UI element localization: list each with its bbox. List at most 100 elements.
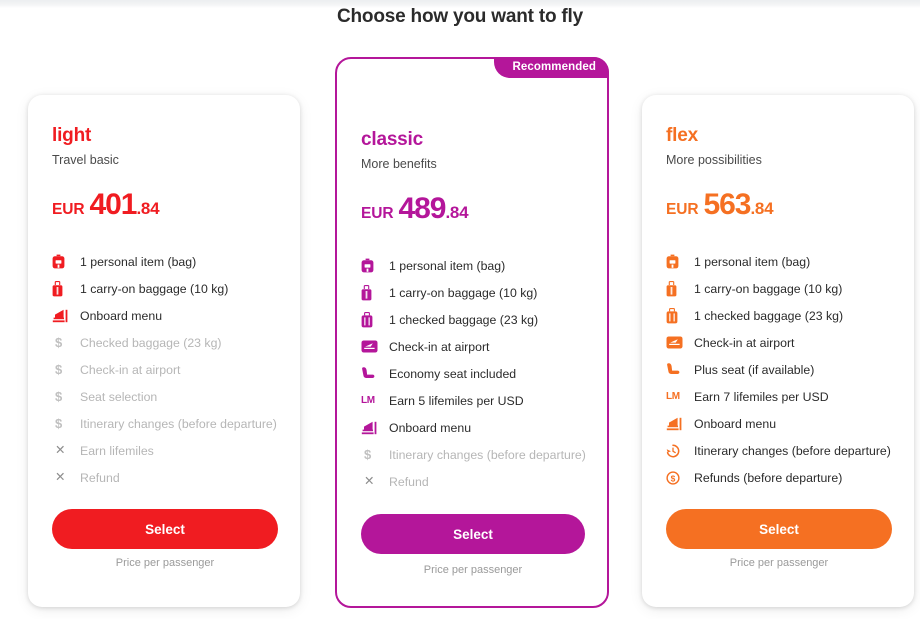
dollar-icon: $ <box>52 416 71 432</box>
carryon-bag-icon <box>361 284 372 300</box>
onboard-menu-icon <box>666 416 685 432</box>
card-body-flex: flex More possibilities EUR 563 .84 1 pe… <box>666 125 892 491</box>
feature-label: 1 personal item (bag) <box>694 254 811 269</box>
recommended-badge: Recommended <box>494 57 609 78</box>
carryon-bag-icon <box>52 280 63 296</box>
price-decimal: .84 <box>445 203 469 222</box>
seat-icon <box>361 366 380 382</box>
dollar-icon: $ <box>55 335 63 350</box>
feature-item: ✕ Earn lifemiles <box>52 437 278 464</box>
price-integer: 563 <box>703 188 751 221</box>
checked-bag-icon <box>361 311 380 328</box>
checkin-icon <box>666 335 685 351</box>
cross-icon: ✕ <box>55 470 66 485</box>
feature-item: $ Itinerary changes (before departure) <box>361 441 586 468</box>
clock-rewind-icon <box>666 443 685 459</box>
feature-item: 1 carry-on baggage (10 kg) <box>666 275 892 302</box>
lifemiles-icon: LM <box>361 393 380 409</box>
feature-label: Earn 5 lifemiles per USD <box>389 393 524 408</box>
fare-name: classic <box>361 129 423 150</box>
feature-item: Check-in at airport <box>361 333 585 360</box>
dollar-icon: $ <box>361 447 380 463</box>
price-currency: EUR <box>361 205 394 222</box>
feature-label: Onboard menu <box>80 308 163 323</box>
carryon-bag-icon <box>52 280 71 297</box>
feature-item: ✕ Refund <box>52 464 278 491</box>
checked-bag-icon <box>666 307 678 323</box>
checkin-icon <box>361 340 378 353</box>
feature-item: $ Itinerary changes (before departure) <box>52 410 278 437</box>
feature-label: Seat selection <box>80 389 158 404</box>
feature-item: Itinerary changes (before departure) <box>666 437 892 464</box>
price-decimal: .84 <box>750 199 774 218</box>
select-button-flex[interactable]: Select <box>666 509 892 549</box>
fare-card-light[interactable]: light Travel basic EUR 401 .84 1 persona… <box>28 95 300 607</box>
feature-item: ✕ Refund <box>361 468 585 495</box>
price-integer: 489 <box>398 192 446 225</box>
feature-item: LM Earn 5 lifemiles per USD <box>361 387 585 414</box>
dollar-icon: $ <box>55 362 63 377</box>
fare-price: EUR 563 .84 <box>666 188 892 222</box>
feature-label: Plus seat (if available) <box>694 362 815 377</box>
feature-label: Earn lifemiles <box>80 443 154 458</box>
feature-item: 1 personal item (bag) <box>361 252 585 279</box>
dollar-icon: $ <box>364 447 372 462</box>
onboard-menu-icon <box>52 308 71 324</box>
feature-label: Onboard menu <box>694 416 777 431</box>
feature-item: Plus seat (if available) <box>666 356 892 383</box>
feature-label: Itinerary changes (before departure) <box>389 447 586 462</box>
feature-item: 1 carry-on baggage (10 kg) <box>52 275 278 302</box>
onboard-menu-icon <box>52 309 68 322</box>
checked-bag-icon <box>666 307 685 324</box>
dollar-icon: $ <box>52 362 71 378</box>
feature-list: 1 personal item (bag) 1 carry-on baggage… <box>361 252 586 495</box>
carryon-bag-icon <box>666 280 685 297</box>
fare-card-classic[interactable]: Recommended classic More benefits EUR 48… <box>335 57 609 608</box>
checkin-icon <box>361 339 380 355</box>
backpack-icon <box>361 258 380 274</box>
feature-label: Check-in at airport <box>694 335 795 350</box>
carryon-bag-icon <box>361 284 380 301</box>
feature-item: 1 personal item (bag) <box>52 248 278 275</box>
feature-label: Checked baggage (23 kg) <box>80 335 222 350</box>
seat-icon <box>362 367 375 378</box>
cross-icon: ✕ <box>55 443 66 458</box>
price-integer: 401 <box>89 188 137 221</box>
fare-card-flex[interactable]: flex More possibilities EUR 563 .84 1 pe… <box>642 95 914 607</box>
feature-label: Refund <box>389 474 429 489</box>
fare-tagline: More benefits <box>361 157 437 171</box>
feature-label: Check-in at airport <box>80 362 181 377</box>
cross-icon: ✕ <box>52 470 71 486</box>
feature-item: Onboard menu <box>666 410 892 437</box>
feature-list: 1 personal item (bag) 1 carry-on baggage… <box>666 248 892 491</box>
fare-tagline: Travel basic <box>52 153 119 167</box>
feature-item: $ Seat selection <box>52 383 278 410</box>
feature-label: 1 carry-on baggage (10 kg) <box>80 281 229 296</box>
lifemiles-icon: LM <box>666 389 685 405</box>
select-button-classic[interactable]: Select <box>361 514 585 554</box>
feature-label: Refunds (before departure) <box>694 470 843 485</box>
dollar-icon: $ <box>52 335 71 351</box>
feature-label: 1 carry-on baggage (10 kg) <box>694 281 843 296</box>
seat-icon <box>666 362 685 378</box>
backpack-icon <box>361 258 374 273</box>
fare-name: light <box>52 125 92 146</box>
feature-label: Check-in at airport <box>389 339 490 354</box>
feature-item: Check-in at airport <box>666 329 892 356</box>
price-currency: EUR <box>52 201 85 218</box>
cross-icon: ✕ <box>52 443 71 459</box>
feature-item: Onboard menu <box>361 414 585 441</box>
dollar-icon: $ <box>55 389 63 404</box>
lifemiles-icon: LM <box>666 390 680 402</box>
feature-label: Economy seat included <box>389 366 517 381</box>
card-body-light: light Travel basic EUR 401 .84 1 persona… <box>52 125 278 491</box>
price-per-passenger-note: Price per passenger <box>115 557 215 569</box>
cross-icon: ✕ <box>364 474 375 489</box>
seat-icon <box>667 363 680 374</box>
price-per-passenger-note: Price per passenger <box>423 564 523 576</box>
lifemiles-icon: LM <box>361 394 375 406</box>
backpack-icon <box>666 254 685 270</box>
refund-icon: $ <box>666 470 685 486</box>
fare-price: EUR 489 .84 <box>361 192 585 226</box>
select-button-light[interactable]: Select <box>52 509 278 549</box>
